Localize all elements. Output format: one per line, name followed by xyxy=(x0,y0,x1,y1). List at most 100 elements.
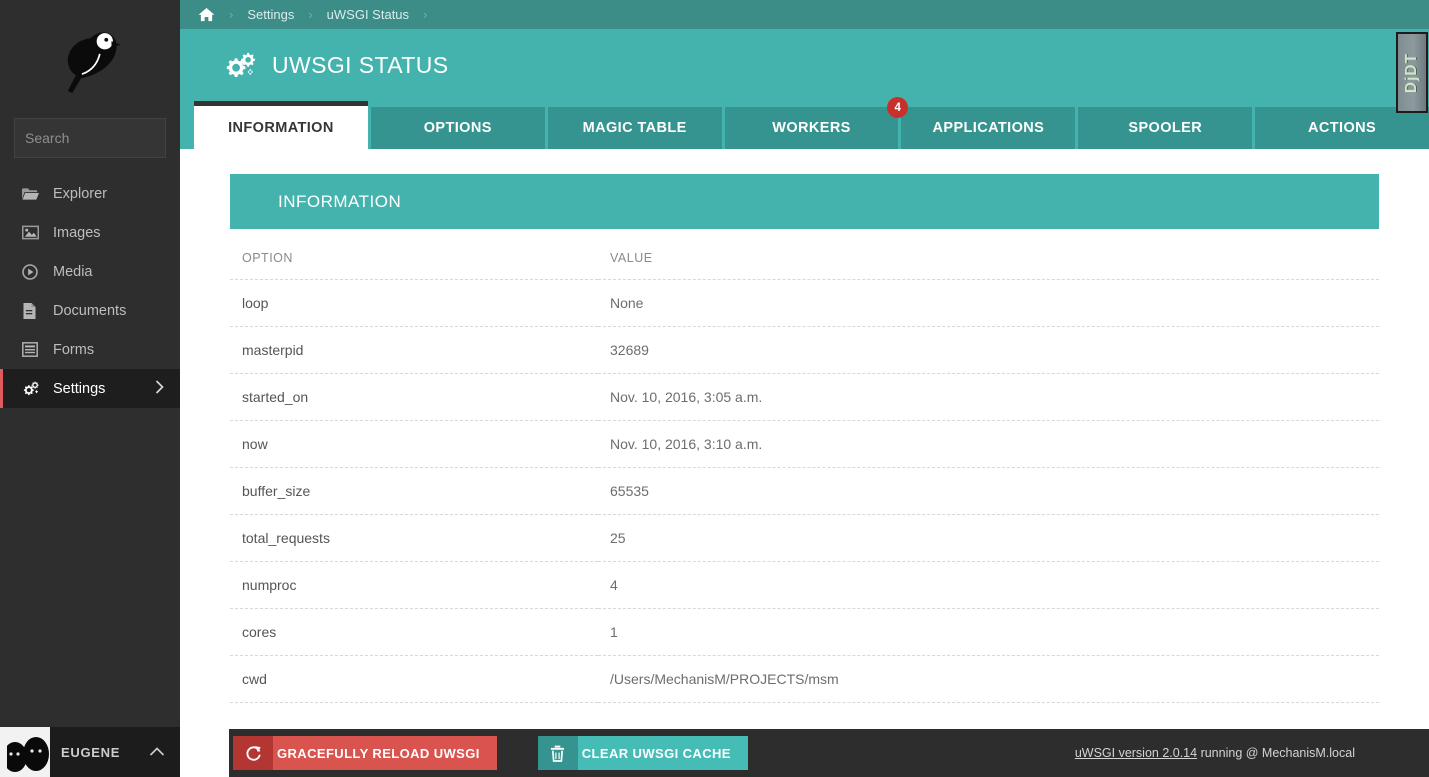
page-header: UWSGI STATUS xyxy=(180,29,1429,101)
main-area: › Settings › uWSGI Status › UWSGI STATUS… xyxy=(180,0,1429,777)
cell-value: /Users/MechanisM/PROJECTS/msm xyxy=(598,656,1379,703)
content-area: INFORMATION OPTION VALUE loop None maste… xyxy=(180,149,1429,703)
tab-label: ACTIONS xyxy=(1308,120,1376,136)
information-table: OPTION VALUE loop None masterpid 32689 s… xyxy=(230,251,1379,703)
footer-running-text: running @ MechanisM.local xyxy=(1197,746,1355,760)
sidebar-item-label: Documents xyxy=(53,303,126,319)
image-icon xyxy=(22,224,44,242)
tab-spooler[interactable]: SPOOLER xyxy=(1078,107,1252,149)
cell-option: buffer_size xyxy=(230,468,598,515)
djdt-label: DjDT xyxy=(1403,52,1421,92)
user-bar[interactable]: EUGENE xyxy=(0,727,180,777)
cogs-icon xyxy=(226,52,256,79)
django-debug-toolbar-handle[interactable]: DjDT xyxy=(1396,32,1428,113)
sidebar-item-settings[interactable]: Settings xyxy=(0,369,180,408)
tab-label: APPLICATIONS xyxy=(933,120,1045,136)
table-row: buffer_size 65535 xyxy=(230,468,1379,515)
page-title: UWSGI STATUS xyxy=(272,52,448,79)
logo-area xyxy=(0,0,180,118)
forms-icon xyxy=(22,341,44,359)
cell-value: Nov. 10, 2016, 3:05 a.m. xyxy=(598,374,1379,421)
refresh-icon xyxy=(233,736,273,770)
breadcrumb-separator: › xyxy=(409,7,441,22)
sidebar-item-label: Images xyxy=(53,225,101,241)
folder-open-icon xyxy=(22,185,44,203)
sidebar-item-images[interactable]: Images xyxy=(0,213,180,252)
sidebar-item-documents[interactable]: Documents xyxy=(0,291,180,330)
breadcrumb-separator: › xyxy=(294,7,326,22)
user-name: EUGENE xyxy=(61,745,120,760)
tab-information[interactable]: INFORMATION xyxy=(194,101,368,149)
table-row: total_requests 25 xyxy=(230,515,1379,562)
cell-value: 1 xyxy=(598,609,1379,656)
sidebar-item-label: Media xyxy=(53,264,93,280)
sidebar-item-forms[interactable]: Forms xyxy=(0,330,180,369)
document-icon xyxy=(22,302,44,320)
cell-option: cwd xyxy=(230,656,598,703)
cell-option: started_on xyxy=(230,374,598,421)
chevron-up-icon[interactable] xyxy=(150,743,164,761)
tab-options[interactable]: OPTIONS xyxy=(371,107,545,149)
breadcrumb-separator: › xyxy=(215,7,247,22)
cell-value: 4 xyxy=(598,562,1379,609)
tab-label: OPTIONS xyxy=(424,120,492,136)
button-label: GRACEFULLY RELOAD UWSGI xyxy=(273,736,497,770)
chevron-right-icon xyxy=(156,380,164,397)
panel-header: INFORMATION xyxy=(230,174,1379,229)
home-icon[interactable] xyxy=(198,7,215,22)
clear-uwsgi-cache-button[interactable]: CLEAR UWSGI CACHE xyxy=(538,736,748,770)
tab-label: SPOOLER xyxy=(1128,120,1202,136)
action-bar: GRACEFULLY RELOAD UWSGI CLEAR UWSGI CACH… xyxy=(229,729,1429,777)
sidebar-item-label: Settings xyxy=(53,381,105,397)
tab-label: WORKERS xyxy=(772,120,851,136)
cell-value: 32689 xyxy=(598,327,1379,374)
tab-bar: INFORMATION OPTIONS MAGIC TABLE WORKERS … xyxy=(180,101,1429,149)
table-row: started_on Nov. 10, 2016, 3:05 a.m. xyxy=(230,374,1379,421)
tab-magic-table[interactable]: MAGIC TABLE xyxy=(548,107,722,149)
table-row: cwd /Users/MechanisM/PROJECTS/msm xyxy=(230,656,1379,703)
cell-option: total_requests xyxy=(230,515,598,562)
avatar xyxy=(0,727,50,777)
cell-option: now xyxy=(230,421,598,468)
cogs-icon xyxy=(22,380,44,398)
trash-icon xyxy=(538,736,578,770)
table-row: cores 1 xyxy=(230,609,1379,656)
column-header-value: VALUE xyxy=(598,251,1379,280)
sidebar-item-media[interactable]: Media xyxy=(0,252,180,291)
button-label: CLEAR UWSGI CACHE xyxy=(578,736,748,770)
search-box[interactable] xyxy=(14,118,166,158)
footer-version-note: uWSGI version 2.0.14 running @ MechanisM… xyxy=(1075,746,1355,760)
cell-value: Nov. 10, 2016, 3:10 a.m. xyxy=(598,421,1379,468)
cell-option: loop xyxy=(230,280,598,327)
cell-option: numproc xyxy=(230,562,598,609)
cell-value: None xyxy=(598,280,1379,327)
panel-title: INFORMATION xyxy=(278,192,401,212)
sidebar-item-explorer[interactable]: Explorer xyxy=(0,174,180,213)
breadcrumb-item-settings[interactable]: Settings xyxy=(247,7,294,22)
table-row: loop None xyxy=(230,280,1379,327)
tab-workers[interactable]: WORKERS 4 xyxy=(725,107,899,149)
tab-label: MAGIC TABLE xyxy=(583,120,687,136)
sidebar-nav: Explorer Images Media xyxy=(0,174,180,408)
breadcrumb: › Settings › uWSGI Status › xyxy=(180,0,1429,29)
sidebar-item-label: Explorer xyxy=(53,186,107,202)
cell-value: 25 xyxy=(598,515,1379,562)
tab-applications[interactable]: APPLICATIONS xyxy=(901,107,1075,149)
play-circle-icon xyxy=(22,263,44,281)
cell-option: masterpid xyxy=(230,327,598,374)
sidebar: Explorer Images Media xyxy=(0,0,180,777)
bird-logo xyxy=(53,22,127,96)
breadcrumb-item-uwsgi-status[interactable]: uWSGI Status xyxy=(327,7,409,22)
table-row: now Nov. 10, 2016, 3:10 a.m. xyxy=(230,421,1379,468)
gracefully-reload-uwsgi-button[interactable]: GRACEFULLY RELOAD UWSGI xyxy=(233,736,497,770)
table-row: numproc 4 xyxy=(230,562,1379,609)
table-header-row: OPTION VALUE xyxy=(230,251,1379,280)
cell-option: cores xyxy=(230,609,598,656)
column-header-option: OPTION xyxy=(230,251,598,280)
uwsgi-version-link[interactable]: uWSGI version 2.0.14 xyxy=(1075,746,1197,760)
search-wrap xyxy=(0,118,180,158)
tab-actions[interactable]: ACTIONS xyxy=(1255,107,1429,149)
tab-label: INFORMATION xyxy=(228,120,334,136)
table-row: masterpid 32689 xyxy=(230,327,1379,374)
cell-value: 65535 xyxy=(598,468,1379,515)
